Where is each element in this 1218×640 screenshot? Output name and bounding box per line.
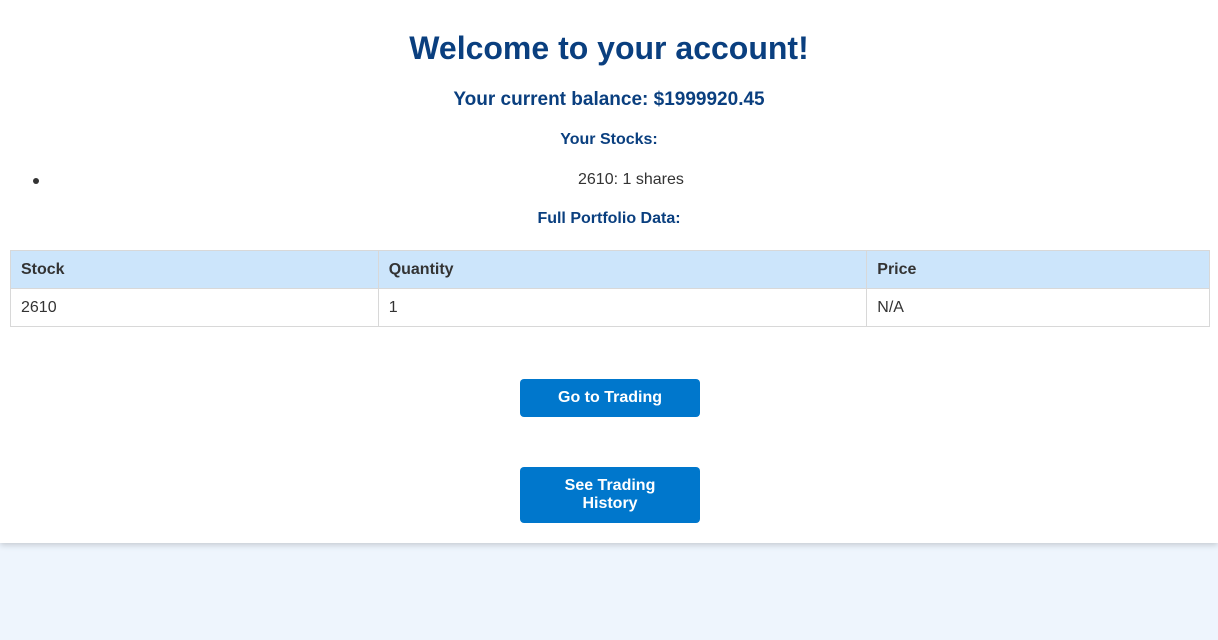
table-row: 2610 1 N/A: [10, 288, 1210, 327]
stock-item-text: 2610: 1 shares: [578, 171, 684, 188]
cell-stock: 2610: [10, 288, 379, 327]
column-header-stock: Stock: [10, 250, 379, 289]
balance-label: Your current balance:: [453, 89, 654, 110]
see-trading-history-button[interactable]: See Trading History: [520, 467, 700, 523]
balance-display: Your current balance: $1999920.45: [0, 88, 1218, 112]
account-card: Welcome to your account! Your current ba…: [0, 0, 1218, 543]
portfolio-table: Stock Quantity Price 2610 1 N/A: [10, 250, 1210, 327]
portfolio-heading: Full Portfolio Data:: [537, 210, 681, 227]
cell-price: N/A: [866, 288, 1210, 327]
column-header-price: Price: [866, 250, 1210, 289]
go-to-trading-button[interactable]: Go to Trading: [520, 379, 700, 417]
table-header-row: Stock Quantity Price: [10, 250, 1210, 289]
cell-quantity: 1: [377, 288, 868, 327]
bullet-icon: [33, 178, 39, 184]
page-title: Welcome to your account!: [409, 30, 809, 66]
column-header-quantity: Quantity: [377, 250, 868, 289]
stocks-heading: Your Stocks:: [560, 131, 658, 148]
balance-value: $1999920.45: [653, 89, 765, 110]
list-item: 2610: 1 shares: [0, 169, 1218, 191]
stock-list: 2610: 1 shares: [0, 169, 1218, 191]
